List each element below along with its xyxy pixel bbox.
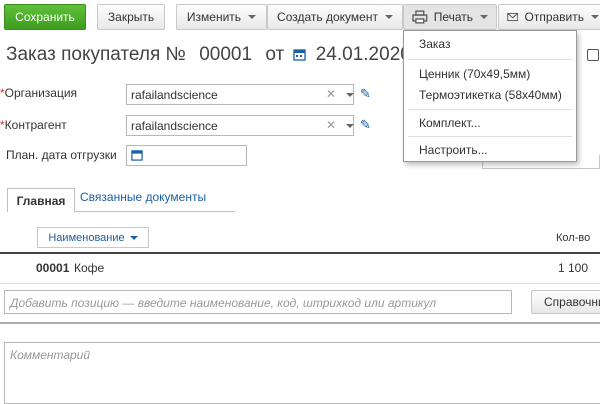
- chevron-down-icon[interactable]: [346, 93, 354, 97]
- chevron-down-icon: [248, 15, 257, 19]
- menu-item-configure[interactable]: Настроить...: [419, 143, 488, 157]
- menu-item-set[interactable]: Комплект...: [419, 116, 481, 130]
- comment-placeholder: Комментарий: [10, 348, 91, 362]
- chevron-down-icon: [129, 235, 138, 240]
- menu-separator: [408, 109, 572, 110]
- checkbox[interactable]: [587, 49, 599, 61]
- contractor-value: rafailandscience: [131, 119, 218, 133]
- reference-button[interactable]: Справочни: [531, 290, 600, 314]
- column-qty-header: Кол-во: [556, 232, 591, 244]
- menu-item-price-tag[interactable]: Ценник (70x49,5мм): [419, 67, 530, 81]
- clear-icon[interactable]: ✕: [326, 118, 336, 132]
- printer-icon: [412, 10, 428, 24]
- edit-icon[interactable]: ✎: [360, 117, 371, 133]
- save-button[interactable]: Сохранить: [4, 4, 86, 30]
- tab-main[interactable]: Главная: [7, 188, 75, 212]
- create-document-label: Создать документ: [277, 10, 378, 24]
- add-position-input[interactable]: Добавить позицию — введите наименование,…: [4, 290, 512, 314]
- row-qty: 1 100: [558, 261, 589, 275]
- chevron-down-icon: [480, 15, 488, 19]
- organization-label: *Организация: [0, 86, 77, 100]
- column-name-header[interactable]: Наименование: [37, 227, 149, 248]
- send-label: Отправить: [524, 10, 584, 24]
- clear-icon[interactable]: ✕: [326, 87, 336, 101]
- change-label: Изменить: [186, 10, 242, 24]
- organization-field[interactable]: rafailandscience: [126, 84, 354, 105]
- table-row[interactable]: 00001 Кофе 1 100: [0, 256, 600, 280]
- calendar-icon[interactable]: [131, 149, 143, 161]
- edit-icon[interactable]: ✎: [360, 86, 371, 102]
- print-menu: Заказ Ценник (70x49,5мм) Термоэтикетка (…: [403, 30, 577, 162]
- chevron-down-icon[interactable]: [346, 124, 354, 128]
- contractor-field[interactable]: rafailandscience: [126, 115, 354, 136]
- document-number[interactable]: 00001: [199, 44, 252, 65]
- contractor-label-text: Контрагент: [4, 118, 67, 132]
- header-divider: [0, 252, 600, 254]
- row-code: 00001: [36, 261, 70, 275]
- calendar-icon[interactable]: [293, 48, 307, 61]
- print-button[interactable]: Печать: [403, 4, 497, 30]
- document-date[interactable]: 24.01.2020: [316, 44, 411, 65]
- section-divider: [0, 322, 600, 324]
- organization-label-text: Организация: [4, 86, 78, 100]
- chevron-down-icon: [384, 15, 393, 19]
- column-name-label: Наименование: [48, 231, 125, 244]
- change-button[interactable]: Изменить: [176, 4, 267, 30]
- envelope-icon: [507, 12, 519, 22]
- row-divider: [0, 283, 600, 284]
- ship-date-label: План. дата отгрузки: [6, 148, 117, 162]
- add-position-placeholder: Добавить позицию — введите наименование,…: [10, 296, 437, 310]
- tab-related-documents[interactable]: Связанные документы: [80, 190, 206, 204]
- contractor-label: *Контрагент: [0, 118, 67, 132]
- ship-date-field[interactable]: [126, 145, 247, 166]
- print-label: Печать: [433, 10, 473, 24]
- organization-value: rafailandscience: [131, 88, 218, 102]
- row-name: Кофе: [74, 261, 105, 275]
- title-text: Заказ покупателя №: [6, 44, 186, 65]
- send-button[interactable]: Отправить: [498, 4, 600, 30]
- chevron-down-icon: [591, 15, 599, 19]
- page-title: Заказ покупателя № 00001 от 24.01.2020 1…: [6, 44, 443, 66]
- comment-field[interactable]: Комментарий: [4, 342, 600, 404]
- menu-item-thermo-label[interactable]: Термоэтикетка (58x40мм): [419, 88, 562, 102]
- close-button[interactable]: Закрыть: [97, 4, 165, 30]
- menu-separator: [408, 136, 572, 137]
- from-label: от: [265, 44, 285, 65]
- menu-separator: [408, 59, 572, 60]
- create-document-button[interactable]: Создать документ: [267, 4, 403, 30]
- menu-item-order[interactable]: Заказ: [419, 37, 450, 51]
- tab-underline: [75, 211, 235, 212]
